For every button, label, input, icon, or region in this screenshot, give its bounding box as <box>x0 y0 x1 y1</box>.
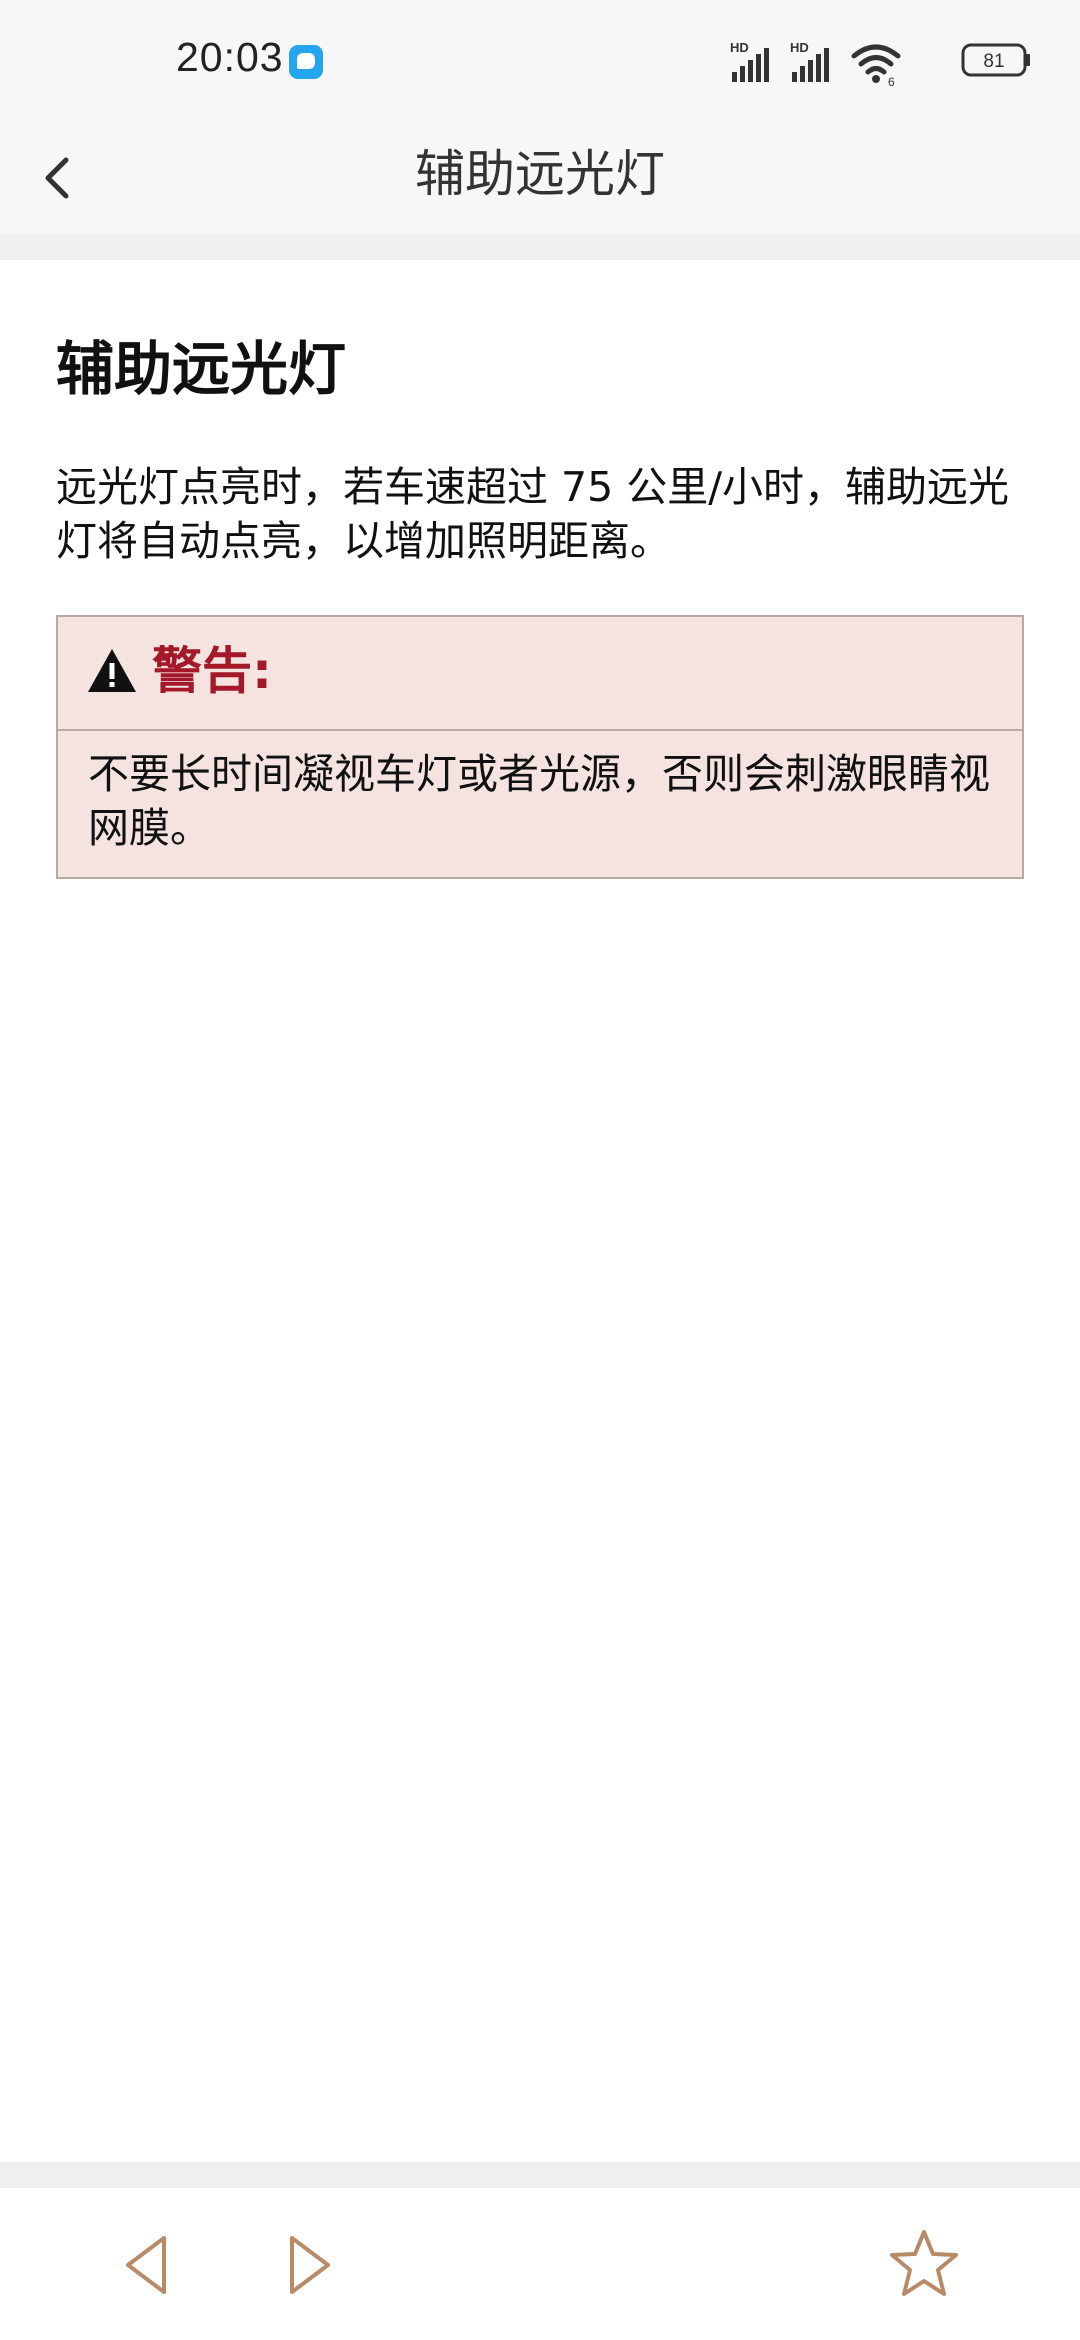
svg-text:6: 6 <box>888 75 895 86</box>
signal-strength-icon-2: HD <box>790 40 829 82</box>
warning-label: 警告: <box>152 642 272 700</box>
favorite-button[interactable] <box>886 2226 962 2302</box>
warning-text: 不要长时间凝视车灯或者光源，否则会刺激眼睛视网膜。 <box>88 750 990 852</box>
article-body: 远光灯点亮时，若车速超过 75 公里/小时，辅助远光灯将自动点亮，以增加照明距离… <box>56 463 1010 565</box>
triangle-left-icon <box>126 2236 166 2294</box>
next-page-button[interactable] <box>274 2230 344 2300</box>
status-time: 20:03 <box>176 34 284 80</box>
wifi-icon: 6 <box>851 44 901 86</box>
status-icons: HD HD 6 81 <box>730 40 1030 86</box>
network-type-label: HD <box>730 40 749 55</box>
previous-page-button[interactable] <box>112 2230 182 2300</box>
battery-level: 81 <box>983 51 1004 72</box>
battery-icon: 81 <box>961 43 1030 77</box>
header-title: 辅助远光灯 <box>415 145 665 203</box>
header-divider <box>0 234 1080 260</box>
warning-header: 警告: <box>58 617 1022 731</box>
star-outline-icon <box>890 2230 958 2296</box>
warning-triangle-icon <box>88 649 136 692</box>
signal-strength-icon: HD <box>730 40 769 82</box>
status-bar: 20:03 HD HD 6 81 <box>0 0 1080 124</box>
article-content: 辅助远光灯 远光灯点亮时，若车速超过 75 公里/小时，辅助远光灯将自动点亮，以… <box>0 260 1080 2162</box>
network-type-label-2: HD <box>790 40 809 55</box>
triangle-right-icon <box>290 2236 330 2294</box>
bottom-nav-bar <box>0 2188 1080 2340</box>
app-header: 辅助远光灯 <box>0 124 1080 234</box>
warning-box: 警告: 不要长时间凝视车灯或者光源，否则会刺激眼睛视网膜。 <box>56 615 1024 879</box>
notification-app-icon <box>289 45 323 79</box>
bottom-divider <box>0 2162 1080 2188</box>
page-title: 辅助远光灯 <box>56 335 347 403</box>
